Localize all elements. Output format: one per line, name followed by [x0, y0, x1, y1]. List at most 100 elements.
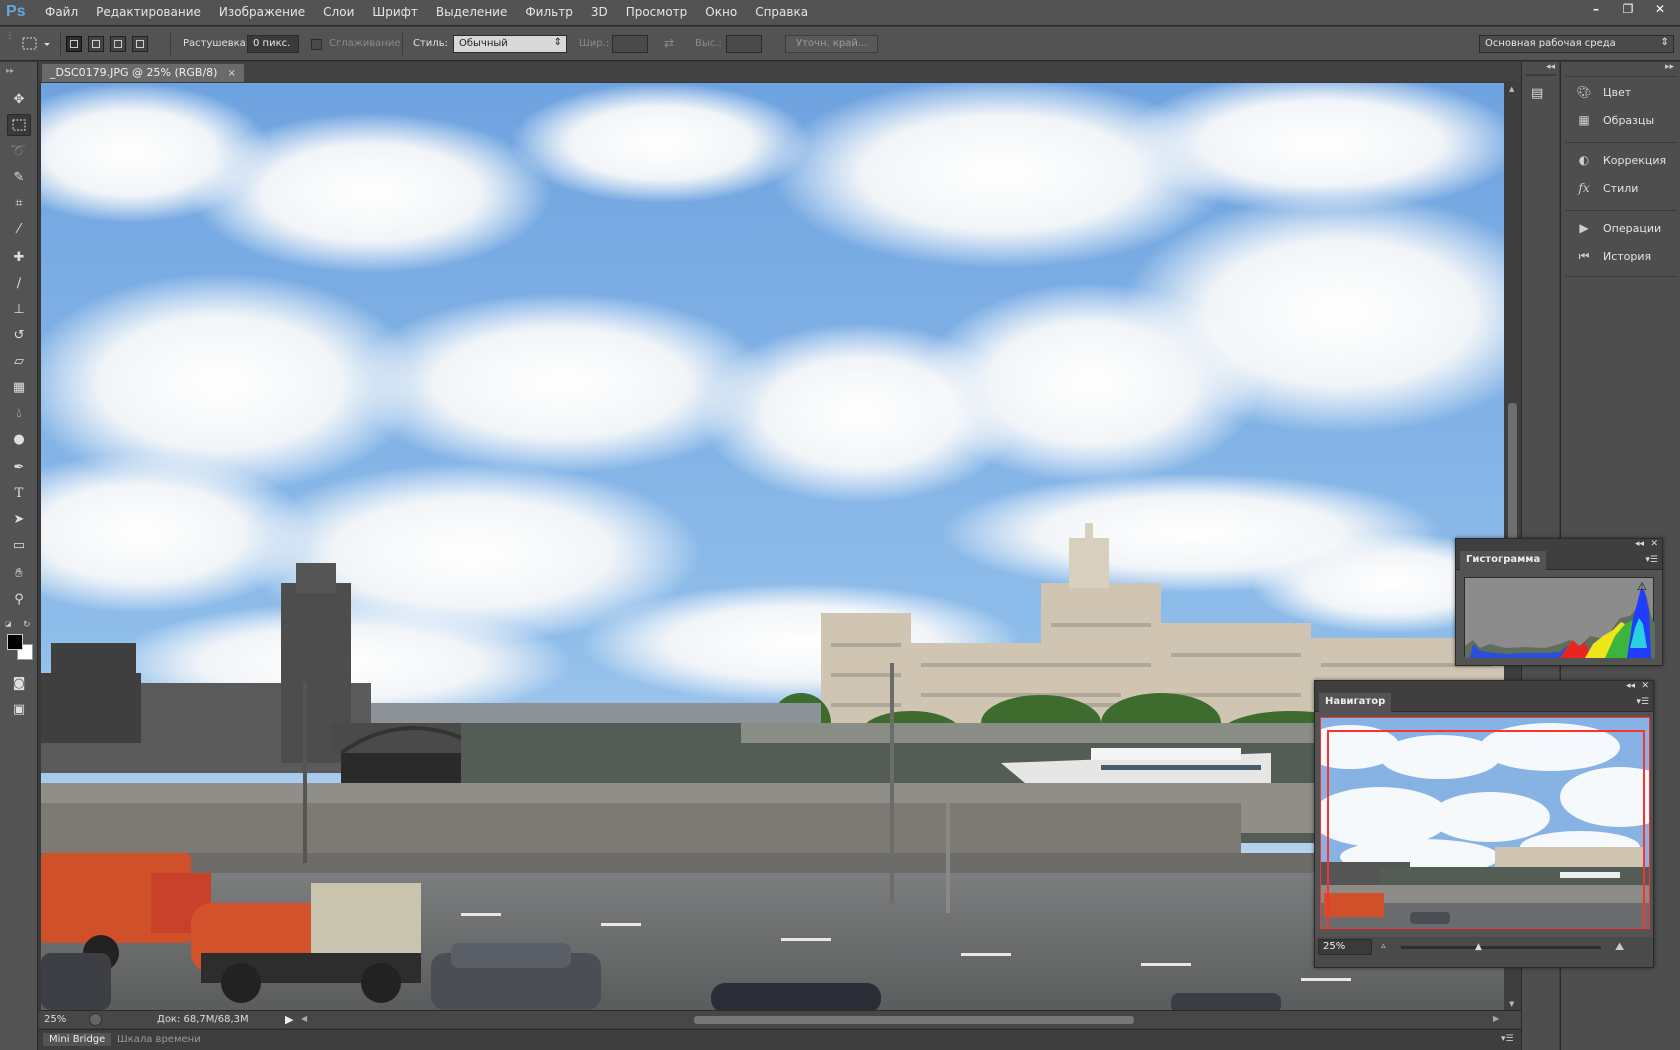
document-canvas[interactable]	[41, 83, 1504, 1010]
tab-mini-bridge[interactable]: Mini Bridge	[43, 1033, 112, 1046]
intersect-selection-mode-button[interactable]	[132, 36, 148, 52]
rect-marquee-tool-icon[interactable]	[7, 114, 31, 136]
clone-stamp-tool-icon[interactable]: ⊥	[7, 298, 31, 320]
close-panel-icon[interactable]: ✕	[1650, 539, 1658, 549]
gradient-tool-icon[interactable]: ▦	[7, 376, 31, 398]
navigator-zoom-input[interactable]: 25%	[1318, 939, 1372, 955]
subtract-selection-mode-button[interactable]	[110, 36, 126, 52]
add-selection-mode-button[interactable]	[88, 36, 104, 52]
foreground-color-swatch[interactable]	[7, 634, 23, 650]
menu-select[interactable]: Выделение	[436, 5, 507, 19]
quick-mask-icon[interactable]: ◙	[7, 672, 31, 694]
restore-button[interactable]: ❐	[1612, 0, 1644, 18]
menu-filter[interactable]: Фильтр	[525, 5, 572, 19]
navigator-zoom-bar: 25% ▵ ▲ ⛰︎	[1315, 937, 1653, 967]
properties-panel-icon[interactable]: ▤	[1531, 86, 1551, 104]
close-document-icon[interactable]: ×	[227, 68, 235, 79]
blur-tool-icon[interactable]: 💧︎	[7, 402, 31, 424]
document-tab[interactable]: _DSC0179.JPG @ 25% (RGB/8) ×	[42, 64, 244, 82]
scroll-right-icon[interactable]: ▶	[1493, 1014, 1499, 1023]
close-window-button[interactable]: ✕	[1644, 0, 1676, 18]
brush-tool-icon[interactable]: ∕	[7, 272, 31, 294]
zoom-in-icon[interactable]: ⛰︎	[1615, 940, 1624, 954]
history-brush-tool-icon[interactable]: ↺	[7, 324, 31, 346]
rectangle-shape-tool-icon[interactable]: ▭	[7, 534, 31, 556]
panel-menu-icon[interactable]: ▾☰	[1501, 1034, 1514, 1044]
menu-image[interactable]: Изображение	[219, 5, 305, 19]
screen-mode-icon[interactable]: ▣	[7, 698, 31, 720]
panel-menu-icon[interactable]: ▾☰	[1636, 697, 1649, 707]
menu-edit[interactable]: Редактирование	[96, 5, 201, 19]
close-panel-icon[interactable]: ✕	[1641, 681, 1649, 691]
width-input[interactable]	[612, 35, 648, 53]
path-selection-tool-icon[interactable]: ➤	[7, 508, 31, 530]
refine-edge-button[interactable]: Уточн. край...	[785, 35, 879, 53]
menu-layers[interactable]: Слои	[323, 5, 354, 19]
antialias-checkbox[interactable]	[311, 39, 322, 50]
collapse-panel-icon[interactable]: ◂◂	[1635, 539, 1644, 549]
histogram-tab[interactable]: Гистограмма	[1460, 551, 1547, 570]
feather-input[interactable]: 0 пикс.	[247, 35, 299, 53]
status-info-icon[interactable]	[89, 1013, 102, 1026]
dock-item-color[interactable]: 🎨︎ Цвет	[1575, 84, 1631, 100]
menu-help[interactable]: Справка	[755, 5, 808, 19]
type-tool-icon[interactable]: T	[7, 482, 31, 504]
crop-tool-icon[interactable]: ⌗	[7, 192, 31, 214]
dodge-tool-icon[interactable]: ●	[7, 428, 31, 450]
dock-divider	[1565, 76, 1677, 77]
healing-brush-tool-icon[interactable]: ✚	[7, 246, 31, 268]
zoom-level[interactable]: 25%	[44, 1014, 66, 1025]
zoom-tool-icon[interactable]: ⚲	[7, 588, 31, 610]
navigator-zoom-slider[interactable]	[1401, 946, 1601, 949]
dock-item-swatches[interactable]: ▦ Образцы	[1575, 112, 1654, 128]
quick-selection-tool-icon[interactable]: ✎	[7, 166, 31, 188]
palette-icon: 🎨︎	[1576, 85, 1592, 99]
navigator-tab[interactable]: Навигатор	[1319, 693, 1392, 712]
tool-preset-picker[interactable]	[20, 34, 54, 54]
eyedropper-tool-icon[interactable]: ⁄	[7, 218, 31, 240]
collapse-panels-icon[interactable]: ▸▸	[1665, 62, 1674, 72]
status-menu-arrow-icon[interactable]: ▶	[285, 1013, 293, 1026]
lasso-tool-icon[interactable]: ➰	[7, 140, 31, 162]
dock-item-styles[interactable]: fx Стили	[1575, 180, 1638, 196]
document-size-info: Док: 68,7M/68,3M	[157, 1014, 249, 1025]
histogram-chart-image	[1465, 588, 1655, 658]
dock-item-history[interactable]: ⏮ История	[1575, 248, 1652, 264]
swap-colors-icon[interactable]: ↻	[23, 620, 31, 630]
zoom-out-icon[interactable]: ▵	[1381, 941, 1386, 951]
minimize-button[interactable]: –	[1580, 0, 1612, 18]
collapse-dock-icon[interactable]: ◂◂	[1546, 62, 1555, 72]
eraser-tool-icon[interactable]: ▱	[7, 350, 31, 372]
workspace-select[interactable]: Основная рабочая среда ⇕	[1479, 35, 1674, 53]
tab-timeline[interactable]: Шкала времени	[111, 1033, 207, 1046]
height-input[interactable]	[726, 35, 762, 53]
scroll-up-icon[interactable]: ▲	[1509, 85, 1514, 93]
move-tool-icon[interactable]: ✥	[7, 88, 31, 110]
menu-3d[interactable]: 3D	[591, 5, 608, 19]
panel-collapse-icon[interactable]: ▸▸	[6, 66, 14, 75]
scroll-down-icon[interactable]: ▼	[1509, 1000, 1514, 1008]
dock-item-adjustments[interactable]: ◐ Коррекция	[1575, 152, 1666, 168]
default-colors-icon[interactable]: ◪	[5, 620, 12, 628]
menu-type[interactable]: Шрифт	[372, 5, 418, 19]
swap-dimensions-icon[interactable]: ⇄	[664, 36, 674, 50]
menu-file[interactable]: Файл	[45, 5, 78, 19]
panel-menu-icon[interactable]: ▾☰	[1645, 555, 1658, 565]
horizontal-scroll-thumb[interactable]	[694, 1016, 1134, 1024]
pen-tool-icon[interactable]: ✒	[7, 456, 31, 478]
style-select[interactable]: Обычный ⇕	[453, 35, 567, 53]
menu-window[interactable]: Окно	[705, 5, 737, 19]
dock-item-actions[interactable]: ▶ Операции	[1575, 220, 1661, 236]
new-selection-mode-button[interactable]	[66, 36, 82, 52]
style-value: Обычный	[459, 38, 508, 49]
hand-tool-icon[interactable]: ✋︎	[7, 562, 31, 584]
menu-view[interactable]: Просмотр	[626, 5, 688, 19]
scroll-left-icon[interactable]: ◀	[301, 1014, 307, 1023]
photoshop-logo[interactable]: Ps	[6, 3, 26, 21]
bottom-panel-tabs: Mini Bridge Шкала времени ▾☰	[39, 1029, 1521, 1050]
navigator-thumbnail[interactable]	[1320, 717, 1650, 929]
zoom-slider-handle[interactable]: ▲	[1475, 942, 1482, 952]
warning-icon[interactable]: ⚠	[1637, 580, 1647, 593]
navigator-preview-image	[1320, 717, 1650, 929]
collapse-panel-icon[interactable]: ◂◂	[1626, 681, 1635, 691]
